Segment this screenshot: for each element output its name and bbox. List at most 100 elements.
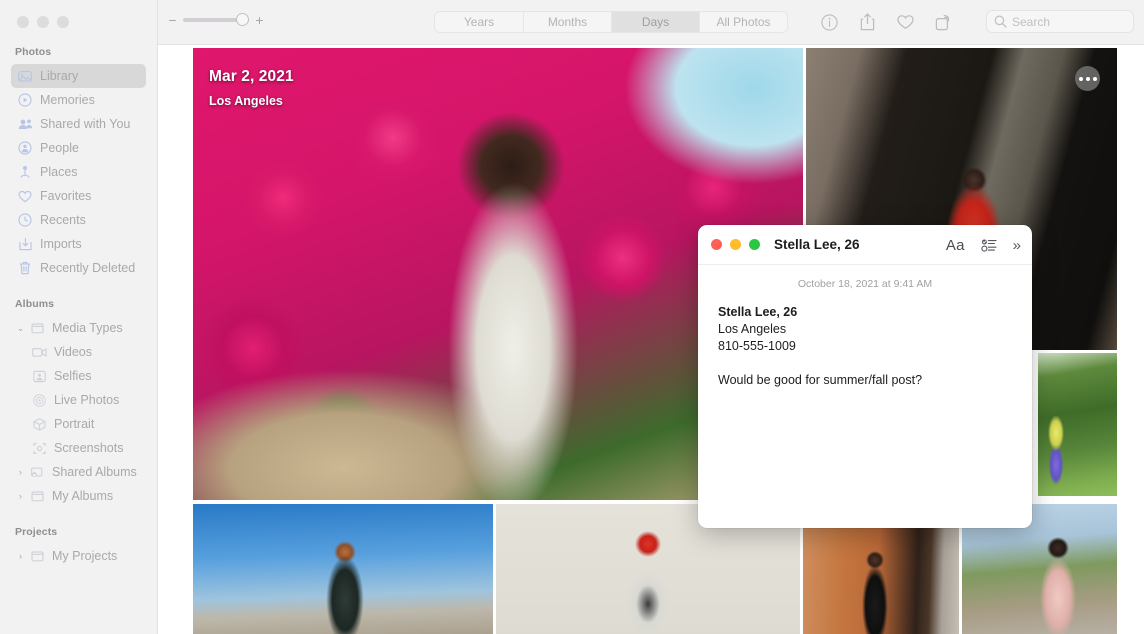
notes-timestamp: October 18, 2021 at 9:41 AM: [797, 278, 933, 290]
notes-traffic-lights[interactable]: [711, 239, 760, 250]
trash-icon: [15, 260, 35, 276]
toolbar-actions: [818, 11, 954, 33]
sidebar-item-videos[interactable]: Videos: [11, 340, 146, 364]
heart-icon: [15, 188, 35, 204]
sidebar-section-photos: Photos Library Memories Shared with You …: [0, 46, 157, 280]
notes-line: 810-555-1009: [718, 339, 796, 353]
notes-text-content[interactable]: Stella Lee, 26 Los Angeles 810-555-1009 …: [718, 304, 1012, 389]
sidebar-item-places[interactable]: Places: [11, 160, 146, 184]
notes-title-bar[interactable]: Stella Lee, 26 Aa »: [698, 225, 1032, 265]
sidebar-item-media-types[interactable]: ⌄ Media Types: [11, 316, 146, 340]
library-icon: [15, 68, 35, 84]
zoom-out-label[interactable]: −: [168, 13, 177, 27]
zoom-button[interactable]: [57, 16, 69, 28]
favorite-heart-icon[interactable]: [894, 11, 916, 33]
expand-chevrons-button[interactable]: »: [1013, 237, 1021, 254]
chevron-right-icon[interactable]: ›: [15, 491, 26, 501]
screenshot-icon: [29, 440, 49, 456]
info-icon[interactable]: [818, 11, 840, 33]
dot-icon: [1078, 76, 1083, 81]
sidebar-section-projects: Projects › My Projects: [0, 526, 157, 568]
close-button[interactable]: [17, 16, 29, 28]
tab-months[interactable]: Months: [523, 12, 611, 32]
photo-bridge-blue-sky[interactable]: [193, 504, 493, 634]
zoom-slider-knob[interactable]: [236, 13, 249, 26]
notes-line: Stella Lee, 26: [718, 305, 798, 319]
rotate-icon[interactable]: [932, 11, 954, 33]
sidebar-item-label: Media Types: [52, 321, 123, 335]
folder-icon: [27, 320, 47, 336]
sidebar-item-label: Videos: [54, 345, 92, 359]
zoom-slider-track[interactable]: [183, 13, 249, 26]
memories-icon: [15, 92, 35, 108]
notes-toolbar: Aa »: [946, 225, 1021, 265]
photo-garden-green[interactable]: [1038, 353, 1117, 496]
chevron-down-icon[interactable]: ⌄: [15, 323, 26, 334]
format-aa-button[interactable]: Aa: [946, 237, 965, 254]
folder-icon: [27, 488, 47, 504]
chevron-right-icon[interactable]: ›: [15, 467, 26, 477]
notes-body[interactable]: October 18, 2021 at 9:41 AM Stella Lee, …: [698, 265, 1032, 389]
sidebar-item-label: Favorites: [40, 189, 92, 203]
sidebar-item-favorites[interactable]: Favorites: [11, 184, 146, 208]
zoom-slider[interactable]: − +: [168, 13, 264, 27]
sidebar-item-label: Portrait: [54, 417, 95, 431]
notes-line: Would be good for summer/fall post?: [718, 373, 923, 387]
sidebar-item-label: Shared with You: [40, 117, 131, 131]
photo-grid: Mar 2, 2021 Los Angeles Stella Lee, 26 A…: [158, 45, 1144, 634]
sidebar-item-shared-with-you[interactable]: Shared with You: [11, 112, 146, 136]
sidebar-item-label: Shared Albums: [52, 465, 137, 479]
chevron-right-icon[interactable]: ›: [15, 551, 26, 561]
sidebar-item-label: People: [40, 141, 79, 155]
view-mode-segmented-control[interactable]: Years Months Days All Photos: [434, 11, 788, 33]
sidebar-item-label: Imports: [40, 237, 82, 251]
sidebar-item-people[interactable]: People: [11, 136, 146, 160]
notes-minimize-button[interactable]: [730, 239, 741, 250]
tab-all-photos[interactable]: All Photos: [699, 12, 787, 32]
sidebar-section-albums: Albums ⌄ Media Types Videos Selfies Live…: [0, 298, 157, 508]
zoom-in-label[interactable]: +: [255, 13, 264, 27]
search-icon: [994, 15, 1007, 28]
sidebar-item-label: Live Photos: [54, 393, 120, 407]
places-pin-icon: [15, 164, 35, 180]
photo-overlay-label: Mar 2, 2021 Los Angeles: [209, 68, 294, 108]
more-options-button[interactable]: [1075, 66, 1100, 91]
search-input[interactable]: Search: [986, 10, 1134, 33]
sidebar-item-label: My Albums: [52, 489, 114, 503]
sidebar-header-photos: Photos: [15, 46, 52, 58]
dot-icon: [1092, 76, 1097, 81]
sidebar-item-recently-deleted[interactable]: Recently Deleted: [11, 256, 146, 280]
notes-window[interactable]: Stella Lee, 26 Aa » October 18, 2021 at …: [698, 225, 1032, 528]
photos-app-window: Photos Library Memories Shared with You …: [0, 0, 1144, 634]
live-photo-icon: [29, 392, 49, 408]
sidebar-item-my-projects[interactable]: › My Projects: [11, 544, 146, 568]
sidebar-item-selfies[interactable]: Selfies: [11, 364, 146, 388]
checklist-button[interactable]: [981, 238, 997, 253]
video-icon: [29, 344, 49, 360]
window-traffic-lights[interactable]: [17, 16, 69, 28]
tab-years[interactable]: Years: [435, 12, 523, 32]
shared-with-you-icon: [15, 116, 35, 132]
sidebar-item-portrait[interactable]: Portrait: [11, 412, 146, 436]
sidebar-item-label: Library: [40, 69, 79, 83]
notes-line: Los Angeles: [718, 322, 787, 336]
tab-days[interactable]: Days: [611, 12, 699, 32]
sidebar-item-shared-albums[interactable]: › Shared Albums: [11, 460, 146, 484]
search-placeholder: Search: [1012, 14, 1051, 29]
sidebar-item-imports[interactable]: Imports: [11, 232, 146, 256]
sidebar-item-label: Screenshots: [54, 441, 124, 455]
sidebar-item-library[interactable]: Library: [11, 64, 146, 88]
notes-close-button[interactable]: [711, 239, 722, 250]
sidebar-item-screenshots[interactable]: Screenshots: [11, 436, 146, 460]
minimize-button[interactable]: [37, 16, 49, 28]
portrait-icon: [29, 416, 49, 432]
sidebar-item-memories[interactable]: Memories: [11, 88, 146, 112]
toolbar: − + Years Months Days All Photos Search: [158, 0, 1144, 45]
folder-icon: [27, 548, 47, 564]
selfie-icon: [29, 368, 49, 384]
sidebar-item-recents[interactable]: Recents: [11, 208, 146, 232]
share-icon[interactable]: [856, 11, 878, 33]
sidebar-item-my-albums[interactable]: › My Albums: [11, 484, 146, 508]
notes-zoom-button[interactable]: [749, 239, 760, 250]
sidebar-item-live-photos[interactable]: Live Photos: [11, 388, 146, 412]
